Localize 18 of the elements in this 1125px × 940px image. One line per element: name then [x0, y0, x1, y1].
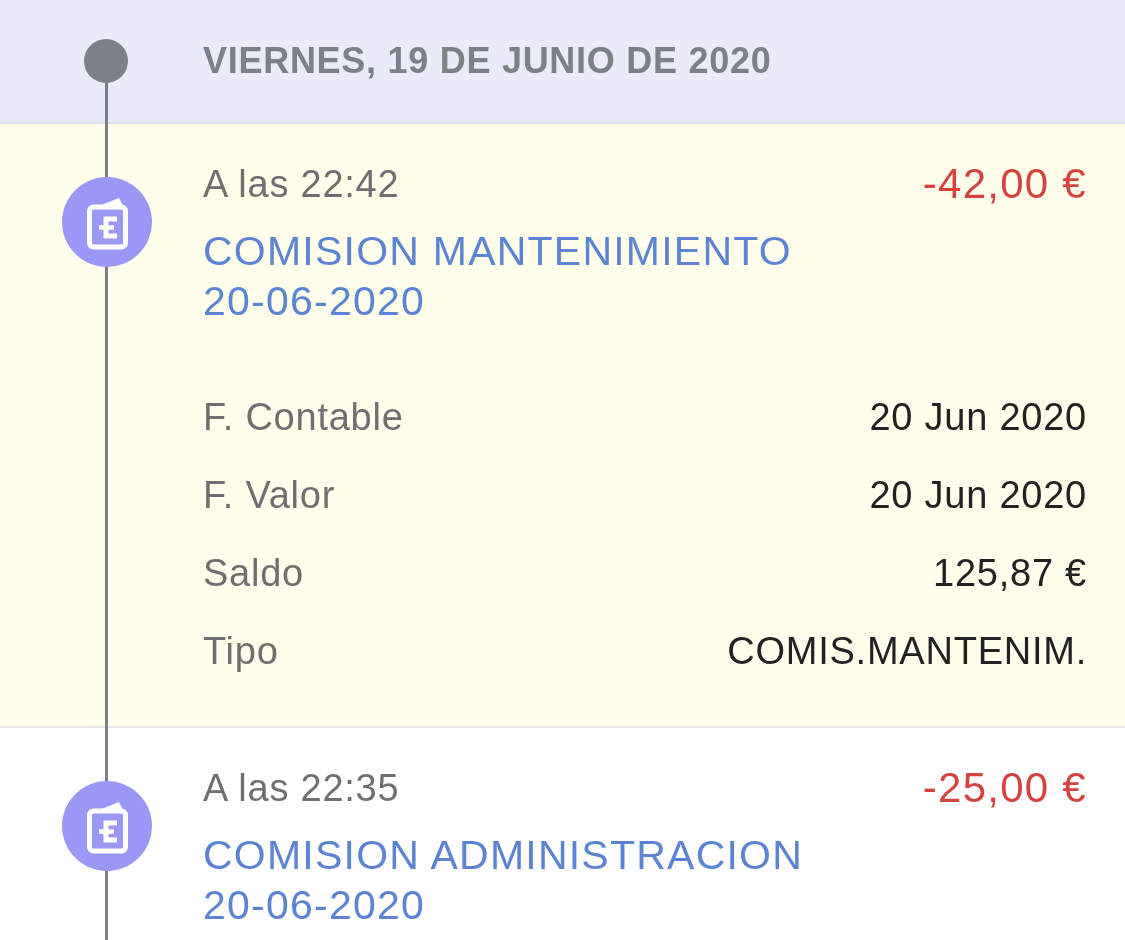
- transaction-time: A las 22:35: [203, 766, 400, 811]
- detail-label: Tipo: [203, 628, 279, 674]
- detail-value: 125,87 €: [933, 550, 1087, 596]
- transaction-amount: -42,00 €: [922, 160, 1087, 208]
- transaction-item[interactable]: A las 22:42 -42,00 € COMISION MANTENIMIENTO 20-06-2020 F. Contable 20 Jun 2020 F. Valor 20 Jun 2020 Saldo 125,87 € Tipo COMIS.MANTENIM.: [0, 124, 1125, 728]
- date-heading: VIERNES, 19 DE JUNIO DE 2020: [203, 39, 772, 83]
- detail-label: Saldo: [203, 550, 304, 596]
- detail-label: F. Contable: [203, 394, 404, 440]
- transaction-title: COMISION ADMINISTRACION 20-06-2020: [203, 832, 804, 928]
- euro-booklet-icon: [62, 177, 152, 267]
- detail-label: F. Valor: [203, 472, 336, 518]
- transaction-title: COMISION MANTENIMIENTO 20-06-2020: [203, 228, 792, 324]
- detail-value: 20 Jun 2020: [869, 472, 1087, 518]
- transaction-time: A las 22:42: [203, 162, 400, 207]
- detail-value: 20 Jun 2020: [869, 394, 1087, 440]
- detail-value: COMIS.MANTENIM.: [727, 628, 1087, 674]
- euro-booklet-icon: [62, 781, 152, 871]
- transaction-amount: -25,00 €: [922, 764, 1087, 812]
